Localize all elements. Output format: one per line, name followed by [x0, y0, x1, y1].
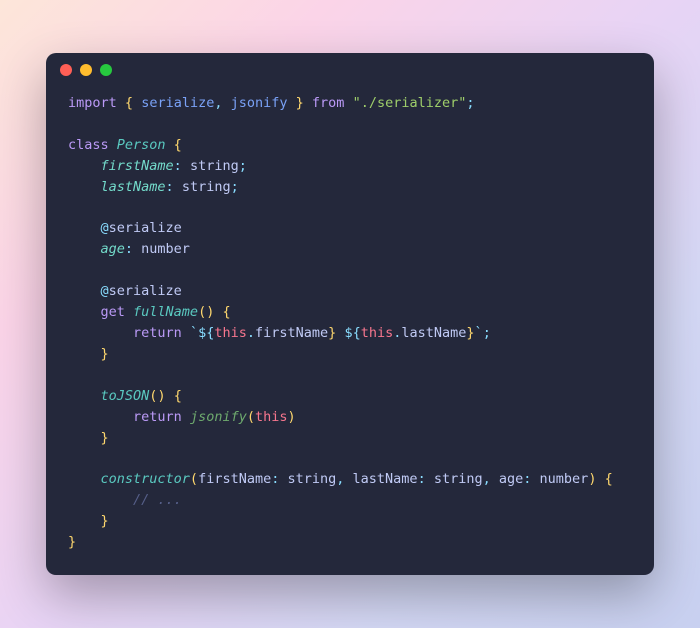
keyword-this: this [214, 325, 247, 341]
maximize-icon[interactable] [100, 64, 112, 76]
interp-close: } [466, 325, 474, 341]
brace: { [166, 388, 182, 404]
param-age: age [499, 471, 523, 487]
colon: : [271, 471, 287, 487]
call-jsonify: jsonify [190, 409, 247, 425]
brace: { [174, 137, 182, 153]
code-window: import { serialize, jsonify } from "./se… [46, 53, 654, 575]
brace: } [68, 534, 76, 550]
paren: ( [190, 471, 198, 487]
semicolon: ; [466, 95, 474, 111]
brace: } [101, 513, 109, 529]
decorator-serialize: serialize [109, 283, 182, 299]
semicolon: ; [231, 179, 239, 195]
backtick: ` [190, 325, 198, 341]
paren: ( [247, 409, 255, 425]
dot: . [247, 325, 255, 341]
interp-open: ${ [344, 325, 360, 341]
import-serialize: serialize [141, 95, 214, 111]
keyword-from: from [304, 95, 353, 111]
prop-age: age [101, 241, 125, 257]
import-path: "./serializer" [353, 95, 467, 111]
paren: ) [288, 409, 296, 425]
window-titlebar [46, 53, 654, 87]
brace: } [288, 95, 304, 111]
minimize-icon[interactable] [80, 64, 92, 76]
param-lastName: lastName [353, 471, 418, 487]
colon: : [125, 241, 141, 257]
keyword-this: this [361, 325, 394, 341]
decorator-serialize: serialize [109, 220, 182, 236]
type-string: string [190, 158, 239, 174]
method-toJSON: toJSON [101, 388, 150, 404]
method-fullName: fullName [125, 304, 198, 320]
semicolon: ; [483, 325, 491, 341]
decorator-at: @ [101, 220, 109, 236]
type-number: number [141, 241, 190, 257]
colon: : [523, 471, 539, 487]
colon: : [174, 158, 190, 174]
keyword-import: import [68, 95, 117, 111]
class-name: Person [109, 137, 174, 153]
interp-open: ${ [198, 325, 214, 341]
brace: } [101, 430, 109, 446]
comment: // ... [133, 492, 182, 508]
prop-firstName: firstName [101, 158, 174, 174]
prop-lastName: lastName [101, 179, 166, 195]
semicolon: ; [239, 158, 247, 174]
paren: ( [198, 304, 206, 320]
close-icon[interactable] [60, 64, 72, 76]
comma: , [483, 471, 499, 487]
colon: : [418, 471, 434, 487]
ref-lastName: lastName [401, 325, 466, 341]
brace: { [125, 95, 141, 111]
comma: , [336, 471, 352, 487]
keyword-this: this [255, 409, 288, 425]
brace: } [101, 346, 109, 362]
type-string: string [182, 179, 231, 195]
keyword-return: return [133, 325, 182, 341]
method-constructor: constructor [101, 471, 190, 487]
keyword-class: class [68, 137, 109, 153]
type-string: string [434, 471, 483, 487]
comma: , [214, 95, 230, 111]
type-number: number [540, 471, 589, 487]
decorator-at: @ [101, 283, 109, 299]
type-string: string [287, 471, 336, 487]
colon: : [166, 179, 182, 195]
param-firstName: firstName [198, 471, 271, 487]
brace: { [596, 471, 612, 487]
code-editor: import { serialize, jsonify } from "./se… [46, 87, 654, 575]
import-jsonify: jsonify [231, 95, 288, 111]
keyword-get: get [101, 304, 125, 320]
backtick: ` [475, 325, 483, 341]
keyword-return: return [133, 409, 182, 425]
ref-firstName: firstName [255, 325, 328, 341]
brace: { [214, 304, 230, 320]
paren: ) [157, 388, 165, 404]
